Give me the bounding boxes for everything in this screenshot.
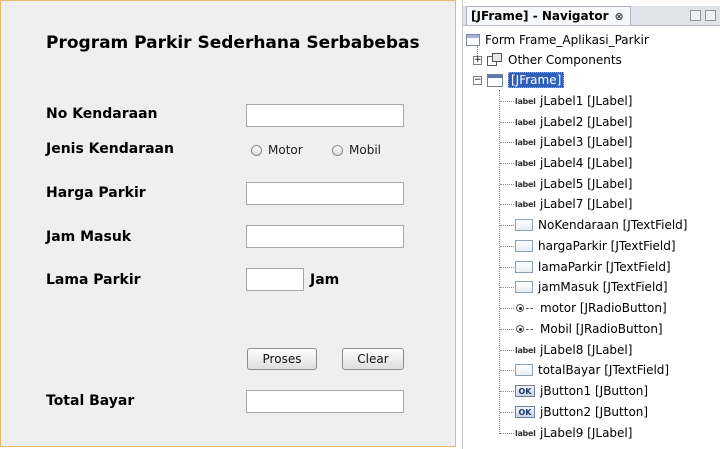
tree-node-label: jLabel4 [JLabel]: [540, 156, 633, 170]
maximize-icon[interactable]: [705, 10, 716, 21]
tree-node-totalbayar[interactable]: totalBayar [JTextField]: [515, 361, 669, 379]
tree-node-label: jLabel5 [JLabel]: [540, 177, 633, 191]
label-icon: label: [515, 199, 536, 209]
textfield-icon: [515, 261, 533, 273]
jam-masuk-field[interactable]: [246, 225, 404, 248]
collapse-minus-icon[interactable]: −: [473, 76, 482, 85]
tree-node-label: Mobil [JRadioButton]: [540, 322, 663, 336]
navigator-tab-title: [JFrame] - Navigator: [471, 9, 609, 23]
label-icon: label: [515, 96, 536, 106]
label-jam-unit: Jam: [310, 272, 340, 288]
label-icon: label: [515, 117, 536, 127]
button-icon: OK: [515, 406, 535, 418]
tree-node-label: Form Frame_Aplikasi_Parkir: [485, 33, 649, 47]
radio-circle-icon: [251, 144, 262, 156]
textfield-icon: [515, 281, 533, 293]
button-icon: OK: [515, 385, 535, 397]
tree-node-label: totalBayar [JTextField]: [538, 363, 670, 377]
radio-circle-icon: [332, 144, 343, 156]
label-jenis-kendaraan: Jenis Kendaraan: [46, 141, 174, 157]
tree-node-mobil[interactable]: Mobil [JRadioButton]: [515, 320, 663, 338]
navigator-header: [JFrame] - Navigator ⊗: [463, 6, 720, 26]
tree-node-label: jLabel9 [JLabel]: [540, 426, 633, 440]
tree-node-label: jLabel7 [JLabel]: [540, 197, 633, 211]
radio-mobil[interactable]: Mobil: [332, 143, 381, 157]
tree-node-jlabel7[interactable]: label jLabel7 [JLabel]: [515, 195, 632, 213]
radiobutton-icon: [515, 302, 535, 314]
tree-node-jlabel2[interactable]: label jLabel2 [JLabel]: [515, 113, 632, 131]
tree-node-label: jButton2 [JButton]: [540, 405, 649, 419]
navigator-tab[interactable]: [JFrame] - Navigator ⊗: [466, 6, 631, 25]
minimize-icon[interactable]: [690, 10, 701, 21]
tree-node-label: NoKendaraan [JTextField]: [538, 218, 688, 232]
tree-node-label: jLabel8 [JLabel]: [540, 343, 633, 357]
tree-node-lamaparkir[interactable]: lamaParkir [JTextField]: [515, 258, 671, 276]
radio-mobil-label: Mobil: [349, 143, 381, 157]
label-icon: label: [515, 137, 536, 147]
radiobutton-icon: [515, 323, 535, 335]
label-icon: label: [515, 158, 536, 168]
tree-node-jlabel5[interactable]: label jLabel5 [JLabel]: [515, 175, 632, 193]
tree-node-label-selected: [JFrame]: [508, 72, 565, 88]
lama-parkir-field[interactable]: [246, 268, 304, 291]
textfield-icon: [515, 240, 533, 252]
tree-node-jlabel1[interactable]: label jLabel1 [JLabel]: [515, 92, 632, 110]
textfield-icon: [515, 219, 533, 231]
label-lama-parkir: Lama Parkir: [46, 272, 141, 288]
tree-node-jlabel3[interactable]: label jLabel3 [JLabel]: [515, 133, 632, 151]
form-designer-canvas: Program Parkir Sederhana Serbabebas No K…: [0, 0, 456, 447]
tree-node-hargaparkir[interactable]: hargaParkir [JTextField]: [515, 237, 676, 255]
no-kendaraan-field[interactable]: [246, 104, 404, 127]
other-components-icon: [487, 53, 503, 67]
tree-node-jlabel9[interactable]: label jLabel9 [JLabel]: [515, 424, 632, 442]
label-jam-masuk: Jam Masuk: [46, 229, 132, 245]
tree-node-jlabel4[interactable]: label jLabel4 [JLabel]: [515, 154, 632, 172]
harga-parkir-field[interactable]: [246, 182, 404, 205]
tree-node-jbutton2[interactable]: OK jButton2 [JButton]: [515, 403, 648, 421]
proses-button[interactable]: Proses: [247, 348, 317, 370]
clear-button[interactable]: Clear: [342, 348, 404, 370]
tree-node-other-components[interactable]: Other Components: [487, 51, 622, 69]
tree-node-jbutton1[interactable]: OK jButton1 [JButton]: [515, 382, 648, 400]
tree-node-label: lamaParkir [JTextField]: [538, 260, 671, 274]
close-icon[interactable]: ⊗: [615, 10, 624, 23]
jframe-icon: [487, 73, 503, 87]
window-controls: [690, 10, 716, 21]
tree-node-label: hargaParkir [JTextField]: [538, 239, 676, 253]
tree-node-form[interactable]: Form Frame_Aplikasi_Parkir: [466, 31, 649, 49]
navigator-panel: [JFrame] - Navigator ⊗ Form Frame_Aplika…: [463, 0, 720, 449]
tree-node-label: jLabel1 [JLabel]: [540, 94, 633, 108]
tree-node-label: Other Components: [508, 53, 622, 67]
label-total-bayar: Total Bayar: [46, 393, 135, 409]
tree-node-nokendaraan[interactable]: NoKendaraan [JTextField]: [515, 216, 687, 234]
label-icon: label: [515, 179, 536, 189]
tree-node-jlabel8[interactable]: label jLabel8 [JLabel]: [515, 341, 632, 359]
tree-node-label: motor [JRadioButton]: [540, 301, 667, 315]
label-no-kendaraan: No Kendaraan: [46, 106, 158, 122]
tree-node-motor[interactable]: motor [JRadioButton]: [515, 299, 667, 317]
tree-node-jammasuk[interactable]: jamMasuk [JTextField]: [515, 278, 668, 296]
label-harga-parkir: Harga Parkir: [46, 185, 146, 201]
tree-node-label: jLabel3 [JLabel]: [540, 135, 633, 149]
form-title: Program Parkir Sederhana Serbabebas: [46, 33, 420, 53]
tree-node-label: jButton1 [JButton]: [540, 384, 649, 398]
tree-node-jframe[interactable]: [JFrame]: [487, 71, 565, 89]
radio-motor-label: Motor: [268, 143, 303, 157]
radio-motor[interactable]: Motor: [251, 143, 303, 157]
label-icon: label: [515, 428, 536, 438]
label-icon: label: [515, 345, 536, 355]
textfield-icon: [515, 364, 533, 376]
form-icon: [466, 34, 480, 46]
tree-node-label: jamMasuk [JTextField]: [538, 280, 668, 294]
tree-node-label: jLabel2 [JLabel]: [540, 115, 633, 129]
expand-plus-icon[interactable]: +: [473, 56, 482, 65]
total-bayar-field[interactable]: [246, 390, 404, 413]
